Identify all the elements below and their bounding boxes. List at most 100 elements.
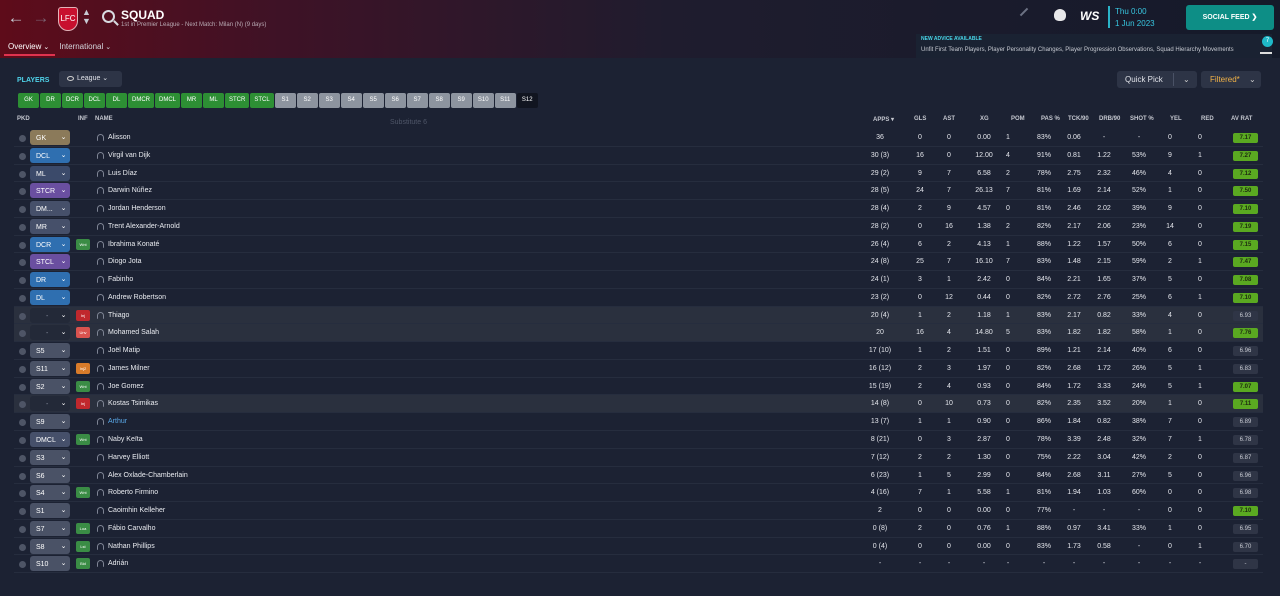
search-icon[interactable] [102, 10, 115, 23]
player-name[interactable]: Mohamed Salah [108, 329, 159, 337]
chevron-down-icon[interactable]: ⌄ [57, 325, 70, 340]
table-row[interactable]: S7 ⌄ Loa Fábio Carvalho 0 (8) 2 0 0.76 1 88% 0.97 3… [14, 520, 1263, 538]
table-row[interactable]: - ⌄ Unv Mohamed Salah 20 16 4 14.80 5 83% 1.82 1.82… [14, 324, 1263, 343]
forward-arrow-icon[interactable]: → [32, 9, 50, 27]
chevron-down-icon[interactable]: ⌄ [57, 219, 70, 234]
player-name[interactable]: Naby Keïta [108, 436, 143, 444]
position-button[interactable]: STCR [225, 93, 250, 108]
col-drb[interactable]: DRB/90 [1099, 116, 1120, 122]
pick-radio[interactable] [19, 312, 26, 320]
player-name[interactable]: Caoimhin Kelleher [108, 507, 165, 515]
position-button[interactable]: DMCR [128, 93, 154, 108]
chevron-down-icon[interactable]: ⌄ [57, 361, 70, 376]
chevron-down-icon[interactable]: ⌄ [57, 201, 70, 216]
player-name[interactable]: Andrew Robertson [108, 294, 166, 302]
brand-logo[interactable]: WS [1080, 9, 1099, 23]
table-row[interactable]: S11 ⌄ Inj2 James Milner 16 (12) 2 3 1.97 0 82% 2.6… [14, 360, 1263, 378]
table-row[interactable]: S9 ⌄ Arthur 13 (7) 1 1 0.90 0 86% 1.84 0.82 38% 7 0 6.… [14, 413, 1263, 432]
chevron-down-icon[interactable]: ⌄ [57, 379, 70, 394]
player-name[interactable]: Trent Alexander-Arnold [108, 223, 180, 231]
filter-dropdown[interactable]: Filtered* ⌄ [1201, 71, 1261, 88]
position-button[interactable]: ML [203, 93, 225, 108]
col-yel[interactable]: YEL [1170, 116, 1182, 122]
player-name[interactable]: Alex Oxlade-Chamberlain [108, 472, 188, 480]
position-button[interactable]: DR [40, 93, 61, 108]
player-name[interactable]: Jordan Henderson [108, 205, 166, 213]
player-name[interactable]: Thiago [108, 312, 129, 320]
table-row[interactable]: DCR ⌄ Wnt Ibrahima Konaté 26 (4) 6 2 4.13 1 88% 1.… [14, 236, 1263, 254]
player-name[interactable]: Arthur [108, 418, 127, 426]
position-button[interactable]: S9 [450, 93, 472, 108]
chevron-down-icon[interactable]: ⌄ [57, 272, 70, 287]
pick-radio[interactable] [19, 241, 26, 249]
status-badge[interactable]: Wnt [76, 380, 90, 392]
col-ast[interactable]: AST [943, 116, 955, 122]
chevron-down-icon[interactable]: ⌄ [57, 254, 70, 269]
chevron-down-icon[interactable]: ⌄ [57, 432, 70, 447]
table-row[interactable]: S3 ⌄ Harvey Elliott 7 (12) 2 2 1.30 0 75% 2.22 3.0… [14, 449, 1263, 467]
chevron-down-icon[interactable]: ⌄ [57, 450, 70, 465]
chevron-down-icon[interactable]: ⌄ [57, 396, 70, 411]
pick-radio[interactable] [19, 419, 26, 427]
position-button[interactable]: S10 [472, 93, 494, 108]
social-feed-button[interactable]: SOCIAL FEED ❯ [1186, 5, 1274, 30]
pick-radio[interactable] [19, 152, 26, 160]
status-badge[interactable]: Wnt [76, 238, 90, 250]
pick-radio[interactable] [19, 223, 26, 231]
position-button[interactable]: S1 [274, 93, 296, 108]
table-row[interactable]: MR ⌄ Trent Alexander-Arnold 28 (2) 0 16 1.38 2 8… [14, 218, 1263, 236]
position-button[interactable]: S5 [362, 93, 384, 108]
position-button[interactable]: S12 [516, 93, 538, 108]
table-row[interactable]: DCL ⌄ Virgil van Dijk 30 (3) 16 0 12.00 4 91% 0.8… [14, 147, 1263, 165]
table-row[interactable]: S4 ⌄ Wnt Roberto Firmino 4 (16) 7 1 5.58 1 81% 1.9… [14, 484, 1263, 503]
col-pas[interactable]: PAS % [1041, 116, 1060, 122]
player-name[interactable]: Harvey Elliott [108, 454, 149, 462]
position-button[interactable]: S4 [340, 93, 362, 108]
chevron-down-icon[interactable]: ⌄ [57, 343, 70, 358]
chevron-down-icon[interactable]: ⌄ [57, 308, 70, 323]
tab-overview[interactable]: Overview ⌄ [4, 38, 56, 56]
table-row[interactable]: - ⌄ Inj Thiago 20 (4) 1 2 1.18 1 83% 2.17 0.82 33% 4 0… [14, 306, 1263, 325]
edit-icon[interactable] [1019, 7, 1029, 17]
col-gls[interactable]: GLS [914, 116, 926, 122]
player-name[interactable]: Luis Díaz [108, 170, 137, 178]
player-name[interactable]: Kostas Tsimikas [108, 400, 158, 408]
player-name[interactable]: Nathan Phillips [108, 543, 155, 551]
pick-radio[interactable] [19, 454, 26, 462]
col-apps[interactable]: APPS ▾ [873, 116, 894, 123]
pick-radio[interactable] [19, 259, 26, 267]
chevron-down-icon[interactable]: ⌄ [57, 468, 70, 483]
position-button[interactable]: DCR [62, 93, 83, 108]
col-tck[interactable]: TCK/90 [1068, 116, 1089, 122]
advice-person-icon[interactable] [1260, 46, 1272, 54]
chevron-down-icon[interactable]: ⌄ [57, 290, 70, 305]
position-button[interactable]: S8 [428, 93, 450, 108]
col-red[interactable]: RED [1201, 116, 1214, 122]
back-arrow-icon[interactable]: ← [7, 9, 25, 27]
col-xg[interactable]: XG [980, 116, 989, 122]
col-name[interactable]: NAME [95, 116, 113, 122]
pick-radio[interactable] [19, 206, 26, 214]
player-name[interactable]: Joël Matip [108, 347, 140, 355]
position-button[interactable]: DL [106, 93, 127, 108]
table-row[interactable]: STCL ⌄ Diogo Jota 24 (8) 25 7 16.10 7 83% 1.48 2.1… [14, 253, 1263, 272]
player-name[interactable]: Darwin Núñez [108, 187, 152, 195]
status-badge[interactable]: Loa [76, 522, 90, 534]
position-button[interactable]: DMCL [155, 93, 181, 108]
pick-radio[interactable] [19, 188, 26, 196]
player-name[interactable]: Adrián [108, 560, 128, 568]
pick-radio[interactable] [19, 135, 26, 142]
chevron-down-icon[interactable]: ⌄ [57, 485, 70, 500]
player-name[interactable]: Joe Gomez [108, 383, 144, 391]
chevron-down-icon[interactable]: ⌄ [57, 521, 70, 536]
table-row[interactable]: S6 ⌄ Alex Oxlade-Chamberlain 6 (23) 1 5 2.99 0 8… [14, 467, 1263, 485]
col-shot[interactable]: SHOT % [1130, 116, 1154, 122]
pick-radio[interactable] [19, 170, 26, 178]
pick-radio[interactable] [19, 490, 26, 498]
pick-radio[interactable] [19, 543, 26, 551]
status-badge[interactable]: Wnt [76, 434, 90, 446]
club-switch-icon[interactable]: ▲ ▼ [82, 8, 91, 26]
player-name[interactable]: Fábio Carvalho [108, 525, 155, 533]
table-row[interactable]: - ⌄ Inj Kostas Tsimikas 14 (8) 0 10 0.73 0 82% 2.3… [14, 395, 1263, 414]
player-name[interactable]: Fabinho [108, 276, 133, 284]
